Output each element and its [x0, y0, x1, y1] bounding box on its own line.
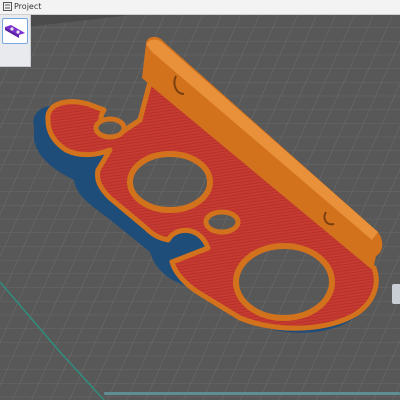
- model-thumbnail[interactable]: [2, 18, 28, 44]
- model-hole-1: [127, 151, 213, 213]
- slicer-app: Project: [0, 0, 400, 400]
- object-thumbnail-panel: [0, 14, 31, 67]
- model-thumbnail-icon: [5, 25, 25, 38]
- model-hook-slot-2: [203, 209, 241, 235]
- side-panel-handle[interactable]: [392, 284, 400, 304]
- project-tab-label[interactable]: Project: [14, 1, 41, 12]
- project-icon[interactable]: [3, 2, 12, 11]
- top-bar: Project: [0, 0, 400, 15]
- model-hole-2: [233, 243, 335, 321]
- slicing-progress-bar: [104, 392, 400, 395]
- 3d-viewport[interactable]: [0, 14, 400, 400]
- model-hook-slot-1: [93, 116, 127, 140]
